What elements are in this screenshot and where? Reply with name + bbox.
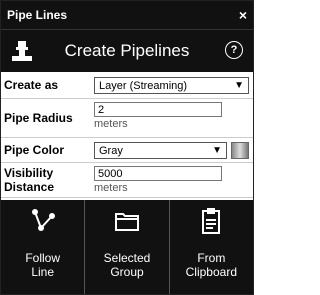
window-title: Pipe Lines	[7, 8, 68, 22]
pipe-radius-label: Pipe Radius	[4, 111, 73, 125]
create-as-value: Layer (Streaming)	[99, 79, 188, 92]
title-bar: Pipe Lines ×	[1, 1, 253, 29]
pipe-tool-icon	[12, 41, 32, 61]
pipe-radius-row: Pipe Radius 2 meters	[1, 99, 253, 138]
pipe-radius-unit: meters	[94, 118, 128, 130]
pipe-lines-panel: Pipe Lines × Create Pipelines ? Create a…	[0, 0, 254, 295]
create-as-row: Create as Layer (Streaming) ▼	[1, 72, 253, 99]
from-clipboard-label-2: Clipboard	[185, 265, 237, 279]
visibility-distance-input[interactable]: 5000	[94, 166, 222, 181]
visibility-distance-unit: meters	[94, 182, 128, 194]
pipe-color-select[interactable]: Gray ▼	[94, 142, 227, 159]
selected-group-label-1: Selected	[103, 251, 151, 265]
from-clipboard-button[interactable]: From Clipboard	[170, 200, 253, 294]
pipe-radius-input[interactable]: 2	[94, 102, 222, 117]
visibility-label-line1: Visibility	[4, 166, 54, 180]
follow-line-button[interactable]: Follow Line	[1, 200, 86, 294]
visibility-distance-row: Visibility Distance 5000 meters	[1, 163, 253, 198]
create-as-select[interactable]: Layer (Streaming) ▼	[94, 77, 249, 94]
pipe-color-label: Pipe Color	[4, 143, 65, 157]
panel-header: Create Pipelines ?	[1, 29, 253, 72]
pipe-color-value: Gray	[99, 144, 123, 157]
selected-group-label-2: Group	[110, 265, 144, 279]
follow-line-icon	[31, 209, 55, 231]
help-icon[interactable]: ?	[225, 41, 243, 59]
pipe-color-row: Pipe Color Gray ▼	[1, 138, 253, 163]
settings-form: Create as Layer (Streaming) ▼ Pipe Radiu…	[1, 72, 253, 198]
visibility-distance-label: Visibility Distance	[1, 163, 90, 197]
action-toolbar: Follow Line Selected Group From Clipboar…	[1, 200, 253, 294]
clipboard-icon	[202, 208, 221, 234]
visibility-label-line2: Distance	[4, 180, 55, 194]
page-title: Create Pipelines	[64, 41, 190, 60]
chevron-down-icon: ▼	[212, 145, 222, 156]
follow-line-label-2: Line	[31, 265, 54, 279]
from-clipboard-label-1: From	[197, 251, 226, 265]
color-swatch[interactable]	[231, 142, 249, 159]
create-as-label: Create as	[4, 78, 59, 92]
follow-line-label-1: Follow	[25, 251, 60, 265]
close-button[interactable]: ×	[239, 7, 247, 23]
folder-icon	[114, 213, 139, 231]
chevron-down-icon: ▼	[234, 80, 244, 91]
selected-group-button[interactable]: Selected Group	[85, 200, 170, 294]
